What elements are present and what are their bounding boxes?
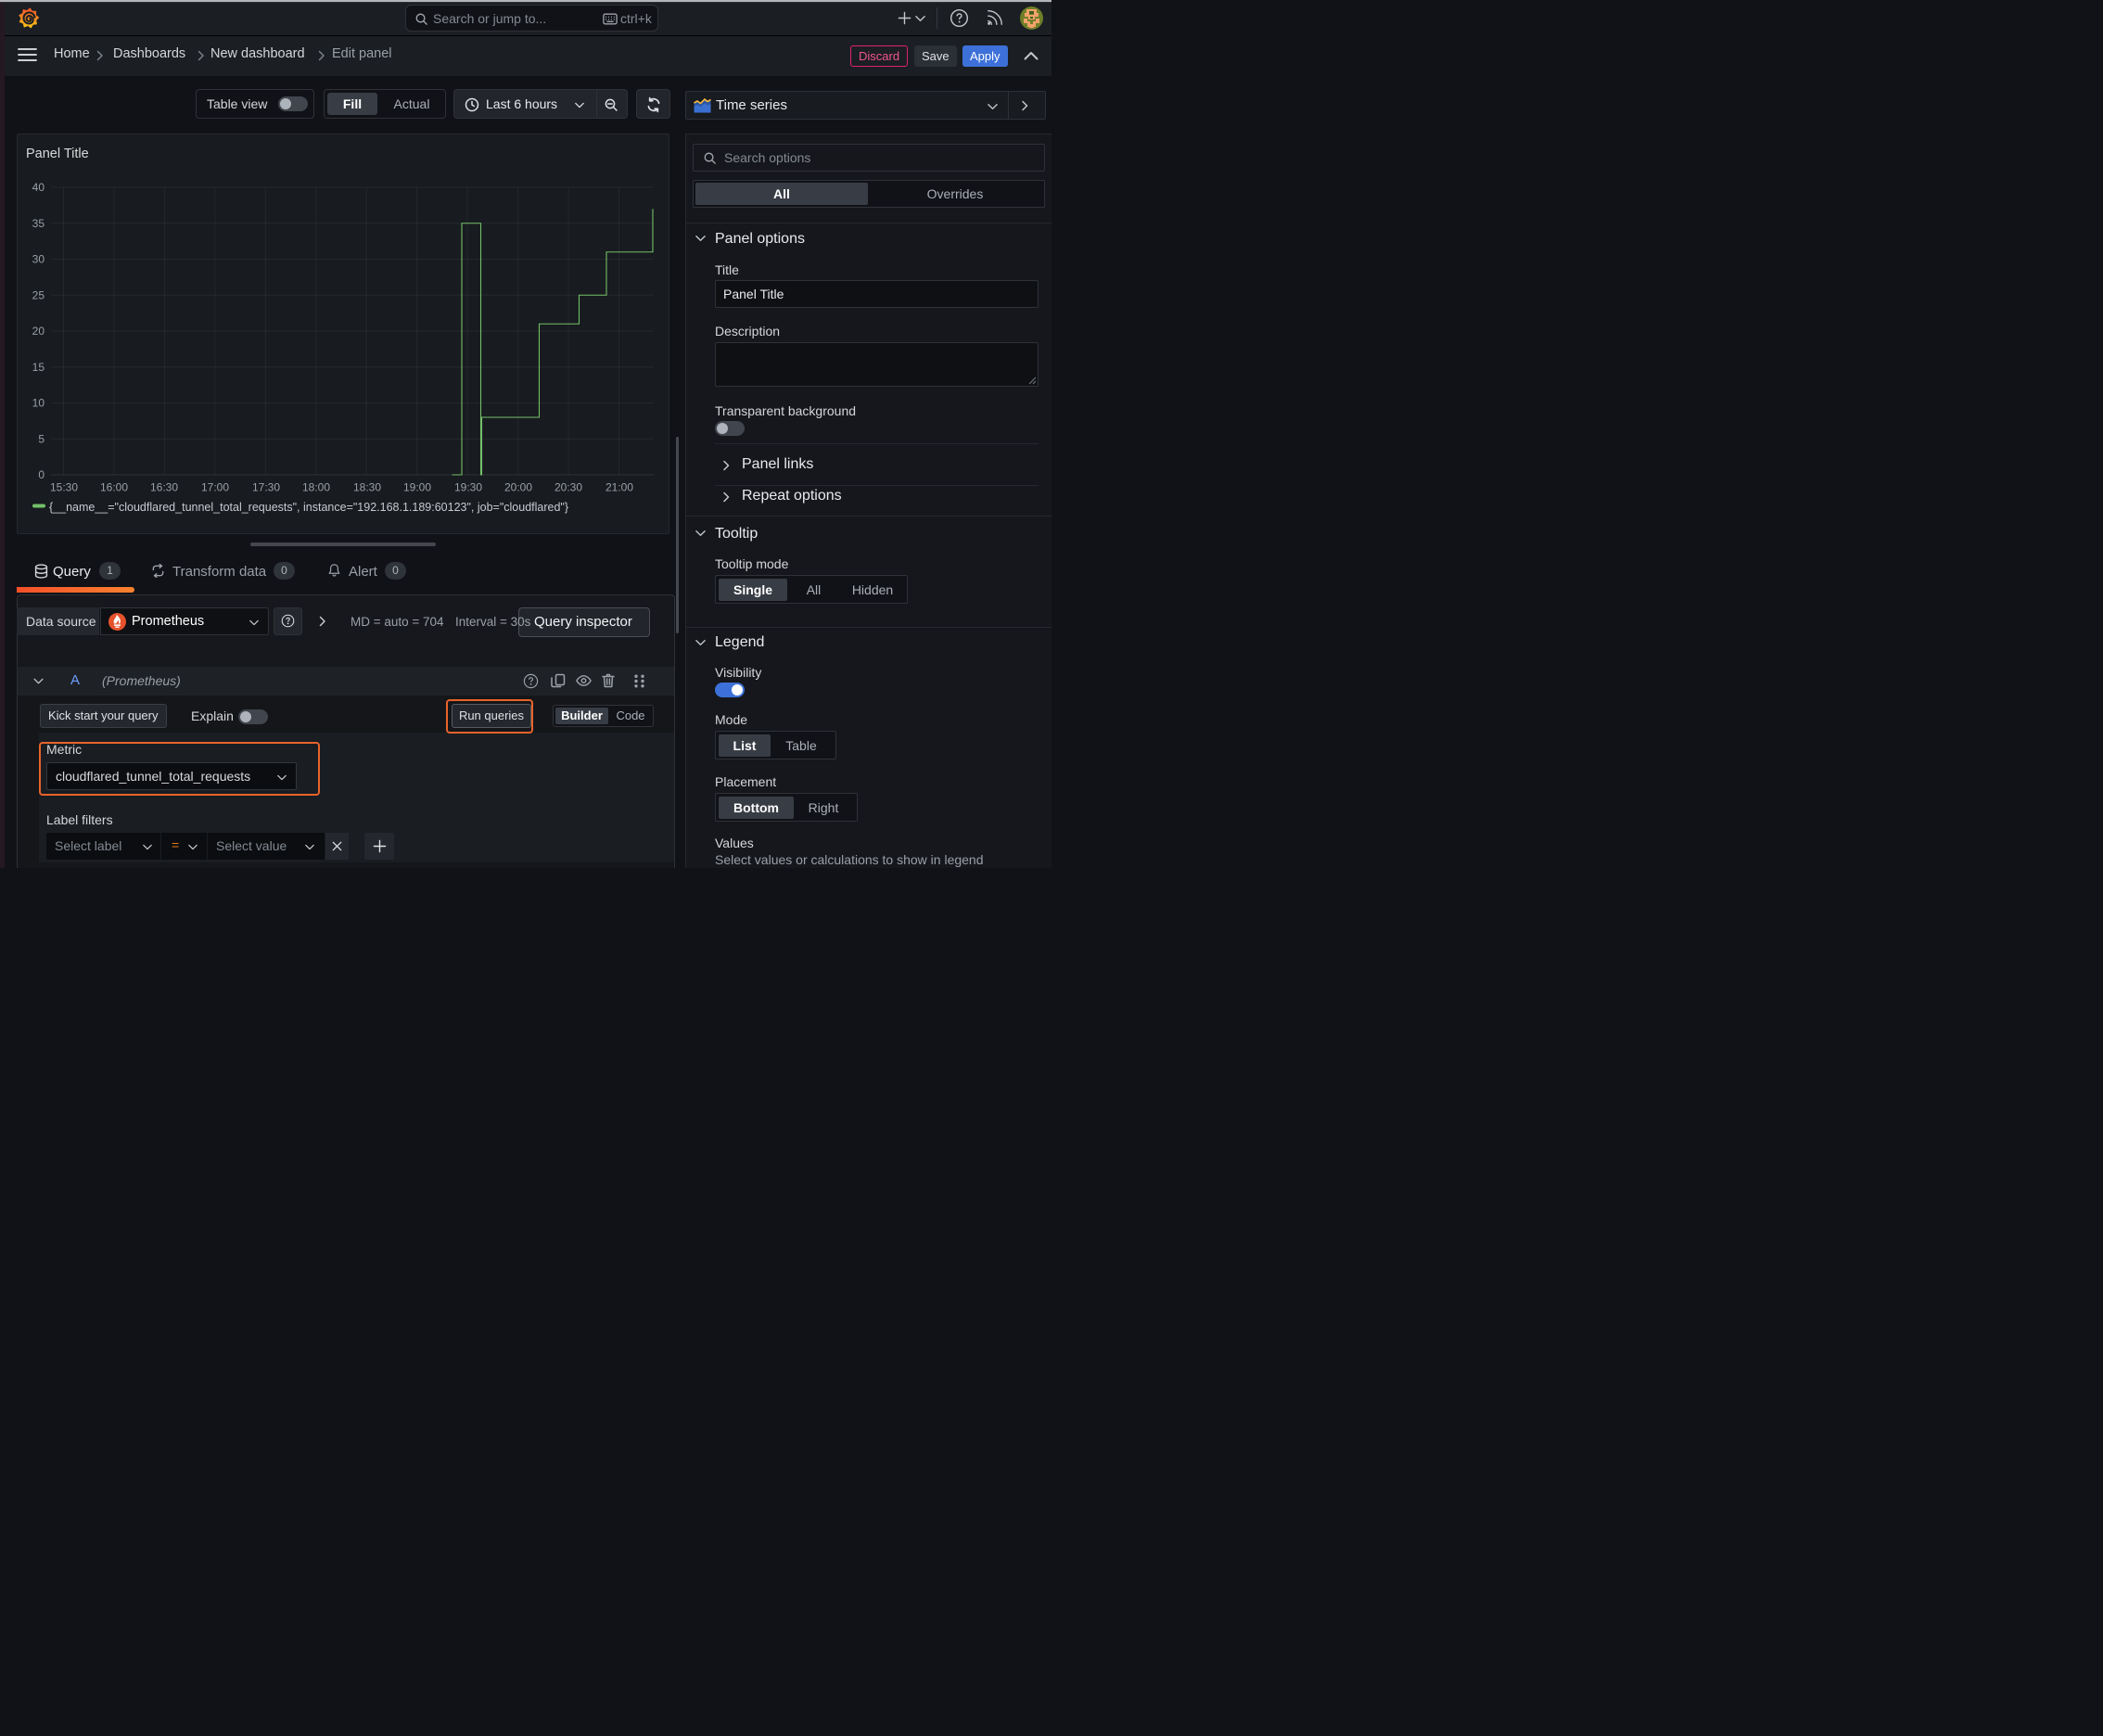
svg-text:10: 10 [32, 397, 45, 410]
svg-text:15: 15 [32, 361, 45, 374]
svg-text:25: 25 [32, 288, 45, 301]
svg-text:18:30: 18:30 [353, 481, 381, 494]
svg-text:20:00: 20:00 [504, 481, 532, 494]
svg-text:5: 5 [38, 432, 45, 445]
svg-text:20:30: 20:30 [554, 481, 582, 494]
svg-text:15:30: 15:30 [50, 481, 78, 494]
svg-text:30: 30 [32, 253, 45, 266]
svg-text:18:00: 18:00 [302, 481, 330, 494]
svg-text:16:00: 16:00 [100, 481, 128, 494]
svg-text:19:30: 19:30 [454, 481, 482, 494]
svg-text:20: 20 [32, 325, 45, 338]
svg-text:{__name__="cloudflared_tunnel_: {__name__="cloudflared_tunnel_total_requ… [49, 501, 568, 514]
svg-text:19:00: 19:00 [403, 481, 431, 494]
svg-text:0: 0 [38, 468, 45, 481]
svg-text:17:00: 17:00 [201, 481, 229, 494]
svg-text:17:30: 17:30 [252, 481, 280, 494]
svg-text:35: 35 [32, 217, 45, 230]
svg-text:40: 40 [32, 181, 45, 194]
svg-text:21:00: 21:00 [605, 481, 633, 494]
svg-text:16:30: 16:30 [150, 481, 178, 494]
